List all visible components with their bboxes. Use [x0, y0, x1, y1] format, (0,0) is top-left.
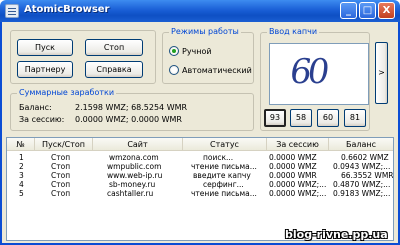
- balance-row: Баланс: 2.1598 WMZ; 68.5254 WMR: [19, 103, 187, 112]
- cell-site: sb-money.ru: [109, 180, 156, 189]
- cell-number: 3: [19, 171, 24, 180]
- maximize-button[interactable]: □: [359, 2, 376, 19]
- cell-balance: 0.4870 WMZ;...: [333, 180, 391, 189]
- captcha-image: 60: [269, 43, 369, 105]
- captcha-option-3[interactable]: 60: [317, 109, 339, 127]
- captcha-group: Ввод капчи 60 93 58 60 81: [260, 27, 370, 131]
- balance-label: Баланс:: [19, 103, 52, 112]
- window-body: Пуск Стоп Партнеру Справка Режимы работы…: [0, 22, 400, 245]
- balance-value: 2.1598 WMZ; 68.5254 WMR: [75, 103, 188, 112]
- session-label: За сессию:: [19, 115, 65, 124]
- sites-table: № Пуск/Стоп Сайт Статус За сессию Баланс…: [6, 137, 394, 241]
- watermark: blog-rivne.pp.ua: [285, 228, 388, 241]
- cell-status: введите капчу: [193, 171, 251, 180]
- cell-session: 0.0000 WMZ;...: [269, 180, 327, 189]
- cell-startstop: Стоп: [51, 153, 71, 162]
- table-header: № Пуск/Стоп Сайт Статус За сессию Баланс: [7, 138, 393, 151]
- modes-title: Режимы работы: [169, 27, 241, 36]
- start-button[interactable]: Пуск: [17, 39, 73, 56]
- cell-site: cashtaller.ru: [107, 189, 154, 198]
- controls-group: Пуск Стоп Партнеру Справка: [10, 30, 156, 84]
- earnings-group: Суммарные заработки Баланс: 2.1598 WMZ; …: [10, 88, 254, 131]
- cell-status: чтение письма...: [191, 189, 257, 198]
- app-icon: [5, 4, 19, 18]
- cell-startstop: Стоп: [51, 180, 71, 189]
- captcha-title: Ввод капчи: [267, 27, 320, 36]
- cell-balance: 0.9183 WMZ;...: [333, 189, 391, 198]
- column-header-site[interactable]: Сайт: [93, 138, 183, 151]
- manual-label: Ручной: [182, 46, 212, 56]
- cell-status: серфинг...: [203, 180, 244, 189]
- cell-balance: 66.3552 WMR: [341, 171, 393, 180]
- table-row[interactable]: 3 Стоп www.web-ip.ru введите капчу 0.000…: [7, 171, 393, 180]
- cell-session: 0.0000 WMR: [269, 171, 317, 180]
- column-header-balance[interactable]: Баланс: [329, 138, 393, 151]
- mode-manual-option[interactable]: Ручной: [169, 45, 212, 57]
- minimize-button[interactable]: _: [340, 2, 357, 19]
- cell-session: 0.0000 WMZ: [269, 162, 317, 171]
- captcha-next-button[interactable]: >: [375, 42, 388, 104]
- cell-startstop: Стоп: [51, 171, 71, 180]
- captcha-option-4[interactable]: 81: [344, 109, 366, 127]
- table-row[interactable]: 5 Стоп cashtaller.ru чтение письма... 0.…: [7, 189, 393, 198]
- table-row[interactable]: 1 Стоп wmzona.com поиск... 0.0000 WMZ 0.…: [7, 153, 393, 162]
- cell-startstop: Стоп: [51, 189, 71, 198]
- session-value: 0.0000 WMZ; 0.0000 WMR: [75, 115, 182, 124]
- modes-group: Режимы работы Ручной Автоматический: [162, 27, 254, 84]
- cell-site: wmpublic.com: [107, 162, 162, 171]
- cell-status: поиск...: [203, 153, 234, 162]
- cell-number: 1: [19, 153, 24, 162]
- table-row[interactable]: 4 Стоп sb-money.ru серфинг... 0.0000 WMZ…: [7, 180, 393, 189]
- help-button[interactable]: Справка: [85, 61, 143, 78]
- earnings-title: Суммарные заработки: [17, 88, 117, 97]
- mode-auto-option[interactable]: Автоматический: [169, 64, 252, 76]
- column-header-status[interactable]: Статус: [183, 138, 267, 151]
- cell-balance: 0.0943 WMZ;...: [333, 162, 391, 171]
- auto-label: Автоматический: [182, 65, 252, 75]
- cell-site: www.web-ip.ru: [107, 171, 163, 180]
- column-header-number[interactable]: №: [7, 138, 35, 151]
- window-title: AtomicBrowser: [24, 4, 110, 15]
- captcha-image-text: 60: [287, 52, 329, 92]
- close-button[interactable]: X: [378, 2, 395, 19]
- partner-button[interactable]: Партнеру: [17, 61, 73, 78]
- cell-number: 5: [19, 189, 24, 198]
- session-row: За сессию: 0.0000 WMZ; 0.0000 WMR: [19, 115, 182, 124]
- captcha-option-1[interactable]: 93: [264, 109, 286, 127]
- table-row[interactable]: 2 Стоп wmpublic.com чтение письма... 0.0…: [7, 162, 393, 171]
- column-header-startstop[interactable]: Пуск/Стоп: [35, 138, 93, 151]
- cell-startstop: Стоп: [51, 162, 71, 171]
- cell-session: 0.0000 WMZ: [269, 153, 317, 162]
- cell-site: wmzona.com: [109, 153, 159, 162]
- cell-number: 2: [19, 162, 24, 171]
- manual-radio[interactable]: [169, 46, 179, 56]
- cell-session: 0.0000 WMZ;...: [269, 189, 327, 198]
- column-header-session[interactable]: За сессию: [267, 138, 329, 151]
- cell-number: 4: [19, 180, 24, 189]
- title-bar[interactable]: AtomicBrowser _ □ X: [0, 0, 400, 22]
- captcha-option-2[interactable]: 58: [290, 109, 312, 127]
- cell-balance: 0.6602 WMZ: [341, 153, 389, 162]
- stop-button[interactable]: Стоп: [85, 39, 143, 56]
- auto-radio[interactable]: [169, 65, 179, 75]
- cell-status: чтение письма...: [191, 162, 257, 171]
